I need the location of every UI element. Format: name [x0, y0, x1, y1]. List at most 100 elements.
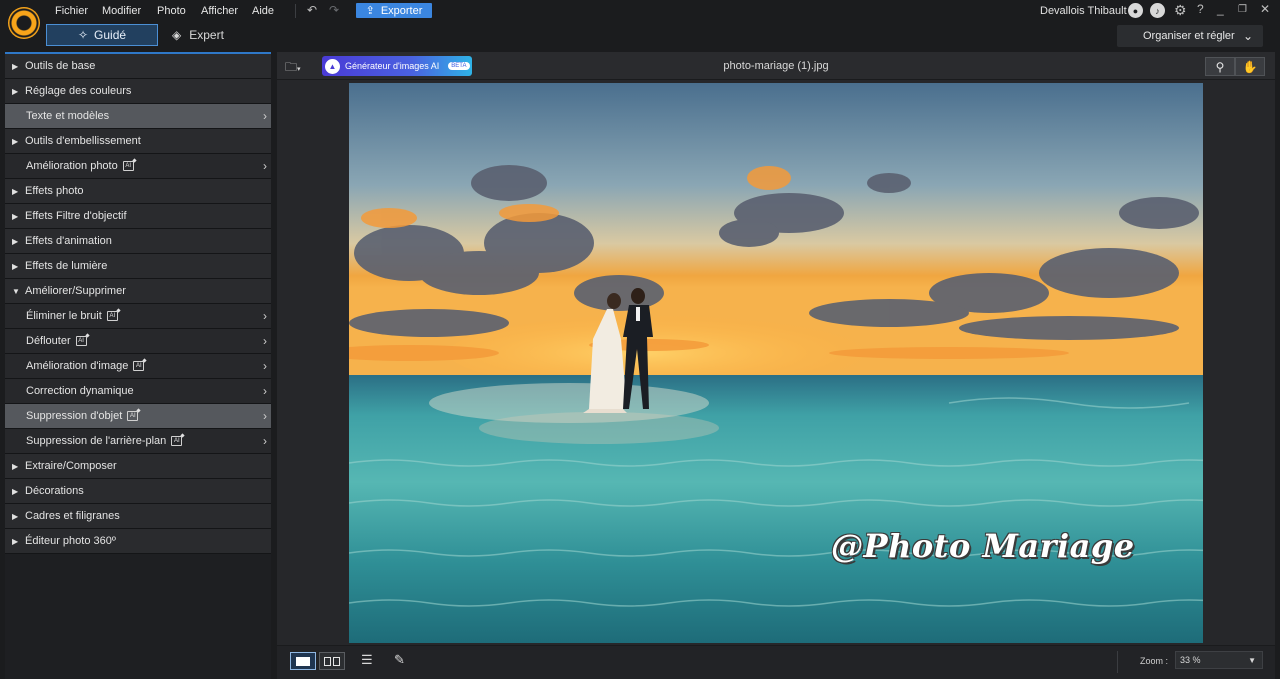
compare-view-button[interactable] — [319, 652, 345, 670]
canvas-toolbar: 🗀▾ ▲ Générateur d'images AI BETA photo-m… — [277, 52, 1275, 80]
watermark-text[interactable]: @Photo Mariage — [831, 527, 1135, 565]
organize-dropdown[interactable]: Organiser et régler ⌄ — [1117, 25, 1263, 47]
ai-feature-icon: AI — [75, 336, 87, 346]
sidebar-item-label: Éliminer le bruit — [26, 310, 102, 322]
canvas-bottom-bar: ☰ ✎ Zoom : 33 % ▼ — [277, 645, 1275, 679]
sidebar-item[interactable]: ▶ Effets photo — [5, 179, 271, 204]
single-view-button[interactable] — [290, 652, 316, 670]
expand-right-icon: ▶ — [12, 136, 19, 146]
sidebar-item[interactable]: ▶ Outils de base — [5, 54, 271, 79]
hand-tool-button[interactable]: ✋ — [1235, 57, 1265, 76]
sidebar-item[interactable]: Déflouter AI › — [5, 329, 271, 354]
account-icon[interactable]: ● — [1128, 3, 1143, 18]
sidebar-item-label: Correction dynamique — [26, 385, 134, 397]
menu-modifier[interactable]: Modifier — [102, 5, 141, 17]
single-view-icon — [296, 656, 310, 666]
list-settings-icon[interactable]: ☰ — [361, 652, 373, 668]
chevron-right-icon: › — [263, 359, 267, 373]
sidebar-item-label: Texte et modèles — [26, 110, 110, 122]
sidebar-item-label: Effets Filtre d'objectif — [25, 210, 127, 222]
tools-sidebar: ▶ Outils de base ▶ Réglage des couleurs Text… — [5, 52, 271, 679]
sidebar-item[interactable]: ▶ Éditeur photo 360º — [5, 529, 271, 554]
app-logo-icon — [8, 7, 40, 39]
file-name: photo-mariage (1).jpg — [723, 60, 829, 72]
expand-right-icon: ▶ — [12, 461, 19, 471]
menu-divider — [295, 4, 296, 18]
tools-list: ▶ Outils de base ▶ Réglage des couleurs Text… — [5, 54, 271, 554]
sidebar-item-label: Outils d'embellissement — [25, 135, 141, 147]
ai-feature-icon: AI — [127, 411, 139, 421]
title-bar: Fichier Modifier Photo Afficher Aide ↶ ↷… — [0, 0, 1280, 39]
user-name[interactable]: Devallois Thibault — [1040, 5, 1127, 17]
notification-bell-icon[interactable]: ♪ — [1150, 3, 1165, 18]
expert-mode-button[interactable]: ◈ Expert — [172, 24, 252, 46]
sidebar-item[interactable]: ▶ Effets de lumière — [5, 254, 271, 279]
ai-feature-icon: AI — [171, 436, 183, 446]
bottom-divider — [1117, 651, 1118, 673]
sidebar-item[interactable]: Suppression de l'arrière-plan AI › — [5, 429, 271, 454]
sidebar-item[interactable]: Texte et modèles › — [5, 104, 271, 129]
organize-label: Organiser et régler — [1143, 30, 1235, 42]
upload-icon: ⇪ — [365, 5, 375, 17]
sidebar-item-label: Suppression d'objet — [26, 410, 123, 422]
mode-bar: ✧ Guidé ◈ Expert Organiser et régler ⌄ — [0, 22, 1280, 50]
menu-photo[interactable]: Photo — [157, 5, 186, 17]
expand-right-icon: ▶ — [12, 261, 19, 271]
sidebar-item[interactable]: ▶ Outils d'embellissement — [5, 129, 271, 154]
pen-eraser-icon[interactable]: ✎ — [394, 652, 405, 668]
layers-icon: ◈ — [172, 28, 182, 42]
sidebar-item-label: Suppression de l'arrière-plan — [26, 435, 167, 447]
guided-mode-button[interactable]: ✧ Guidé — [46, 24, 158, 46]
expand-right-icon: ▶ — [12, 211, 19, 221]
magnifier-icon: ⚲ — [1215, 59, 1225, 74]
sidebar-item[interactable]: ▼ Améliorer/Supprimer — [5, 279, 271, 304]
canvas-area: 🗀▾ ▲ Générateur d'images AI BETA photo-m… — [277, 52, 1275, 679]
sidebar-item[interactable]: ▶ Cadres et filigranes — [5, 504, 271, 529]
sidebar-item-label: Déflouter — [26, 335, 71, 347]
redo-icon[interactable]: ↷ — [329, 3, 339, 17]
magic-wand-icon: ✧ — [77, 28, 89, 42]
chevron-right-icon: › — [263, 334, 267, 348]
zoom-tool-button[interactable]: ⚲ — [1205, 57, 1235, 76]
restore-icon[interactable]: ❐ — [1238, 4, 1247, 15]
sidebar-item[interactable]: Suppression d'objet AI › — [5, 404, 271, 429]
expand-right-icon: ▶ — [12, 511, 19, 521]
photo-canvas[interactable]: @Photo Mariage — [349, 83, 1203, 643]
expand-right-icon: ▶ — [12, 61, 19, 71]
sidebar-item-label: Outils de base — [25, 60, 96, 72]
close-icon[interactable]: ✕ — [1260, 2, 1270, 16]
export-button[interactable]: ⇪ Exporter — [356, 3, 432, 18]
minimize-icon[interactable]: _ — [1217, 2, 1224, 16]
sidebar-item[interactable]: Correction dynamique › — [5, 379, 271, 404]
zoom-value: 33 % — [1180, 655, 1201, 665]
expert-mode-label: Expert — [189, 28, 224, 42]
sidebar-item[interactable]: Amélioration d'image AI › — [5, 354, 271, 379]
menu-fichier[interactable]: Fichier — [55, 5, 88, 17]
sidebar-item-label: Cadres et filigranes — [25, 510, 120, 522]
undo-icon[interactable]: ↶ — [307, 3, 317, 17]
sidebar-item-label: Décorations — [25, 485, 84, 497]
sidebar-item[interactable]: ▶ Effets Filtre d'objectif — [5, 204, 271, 229]
sidebar-item[interactable]: ▶ Réglage des couleurs — [5, 79, 271, 104]
chevron-right-icon: › — [263, 434, 267, 448]
expand-right-icon: ▶ — [12, 86, 19, 96]
sidebar-item-label: Améliorer/Supprimer — [25, 285, 126, 297]
guided-mode-label: Guidé — [94, 28, 127, 42]
zoom-label: Zoom : — [1140, 656, 1169, 666]
menu-aide[interactable]: Aide — [252, 5, 274, 17]
settings-gear-icon[interactable]: ⚙ — [1174, 2, 1187, 19]
sidebar-item-label: Effets photo — [25, 185, 84, 197]
sidebar-item-label: Éditeur photo 360º — [25, 535, 116, 547]
expand-right-icon: ▶ — [12, 536, 19, 546]
sidebar-item[interactable]: ▶ Décorations — [5, 479, 271, 504]
sidebar-item[interactable]: Amélioration photo AI › — [5, 154, 271, 179]
chevron-right-icon: › — [263, 309, 267, 323]
menu-afficher[interactable]: Afficher — [201, 5, 238, 17]
sidebar-item[interactable]: Éliminer le bruit AI › — [5, 304, 271, 329]
sidebar-item[interactable]: ▶ Effets d'animation — [5, 229, 271, 254]
zoom-select[interactable]: 33 % ▼ — [1175, 651, 1263, 669]
sidebar-item-label: Amélioration photo — [26, 160, 118, 172]
sidebar-item[interactable]: ▶ Extraire/Composer — [5, 454, 271, 479]
help-icon[interactable]: ? — [1197, 2, 1204, 16]
sidebar-item-label: Effets de lumière — [25, 260, 108, 272]
